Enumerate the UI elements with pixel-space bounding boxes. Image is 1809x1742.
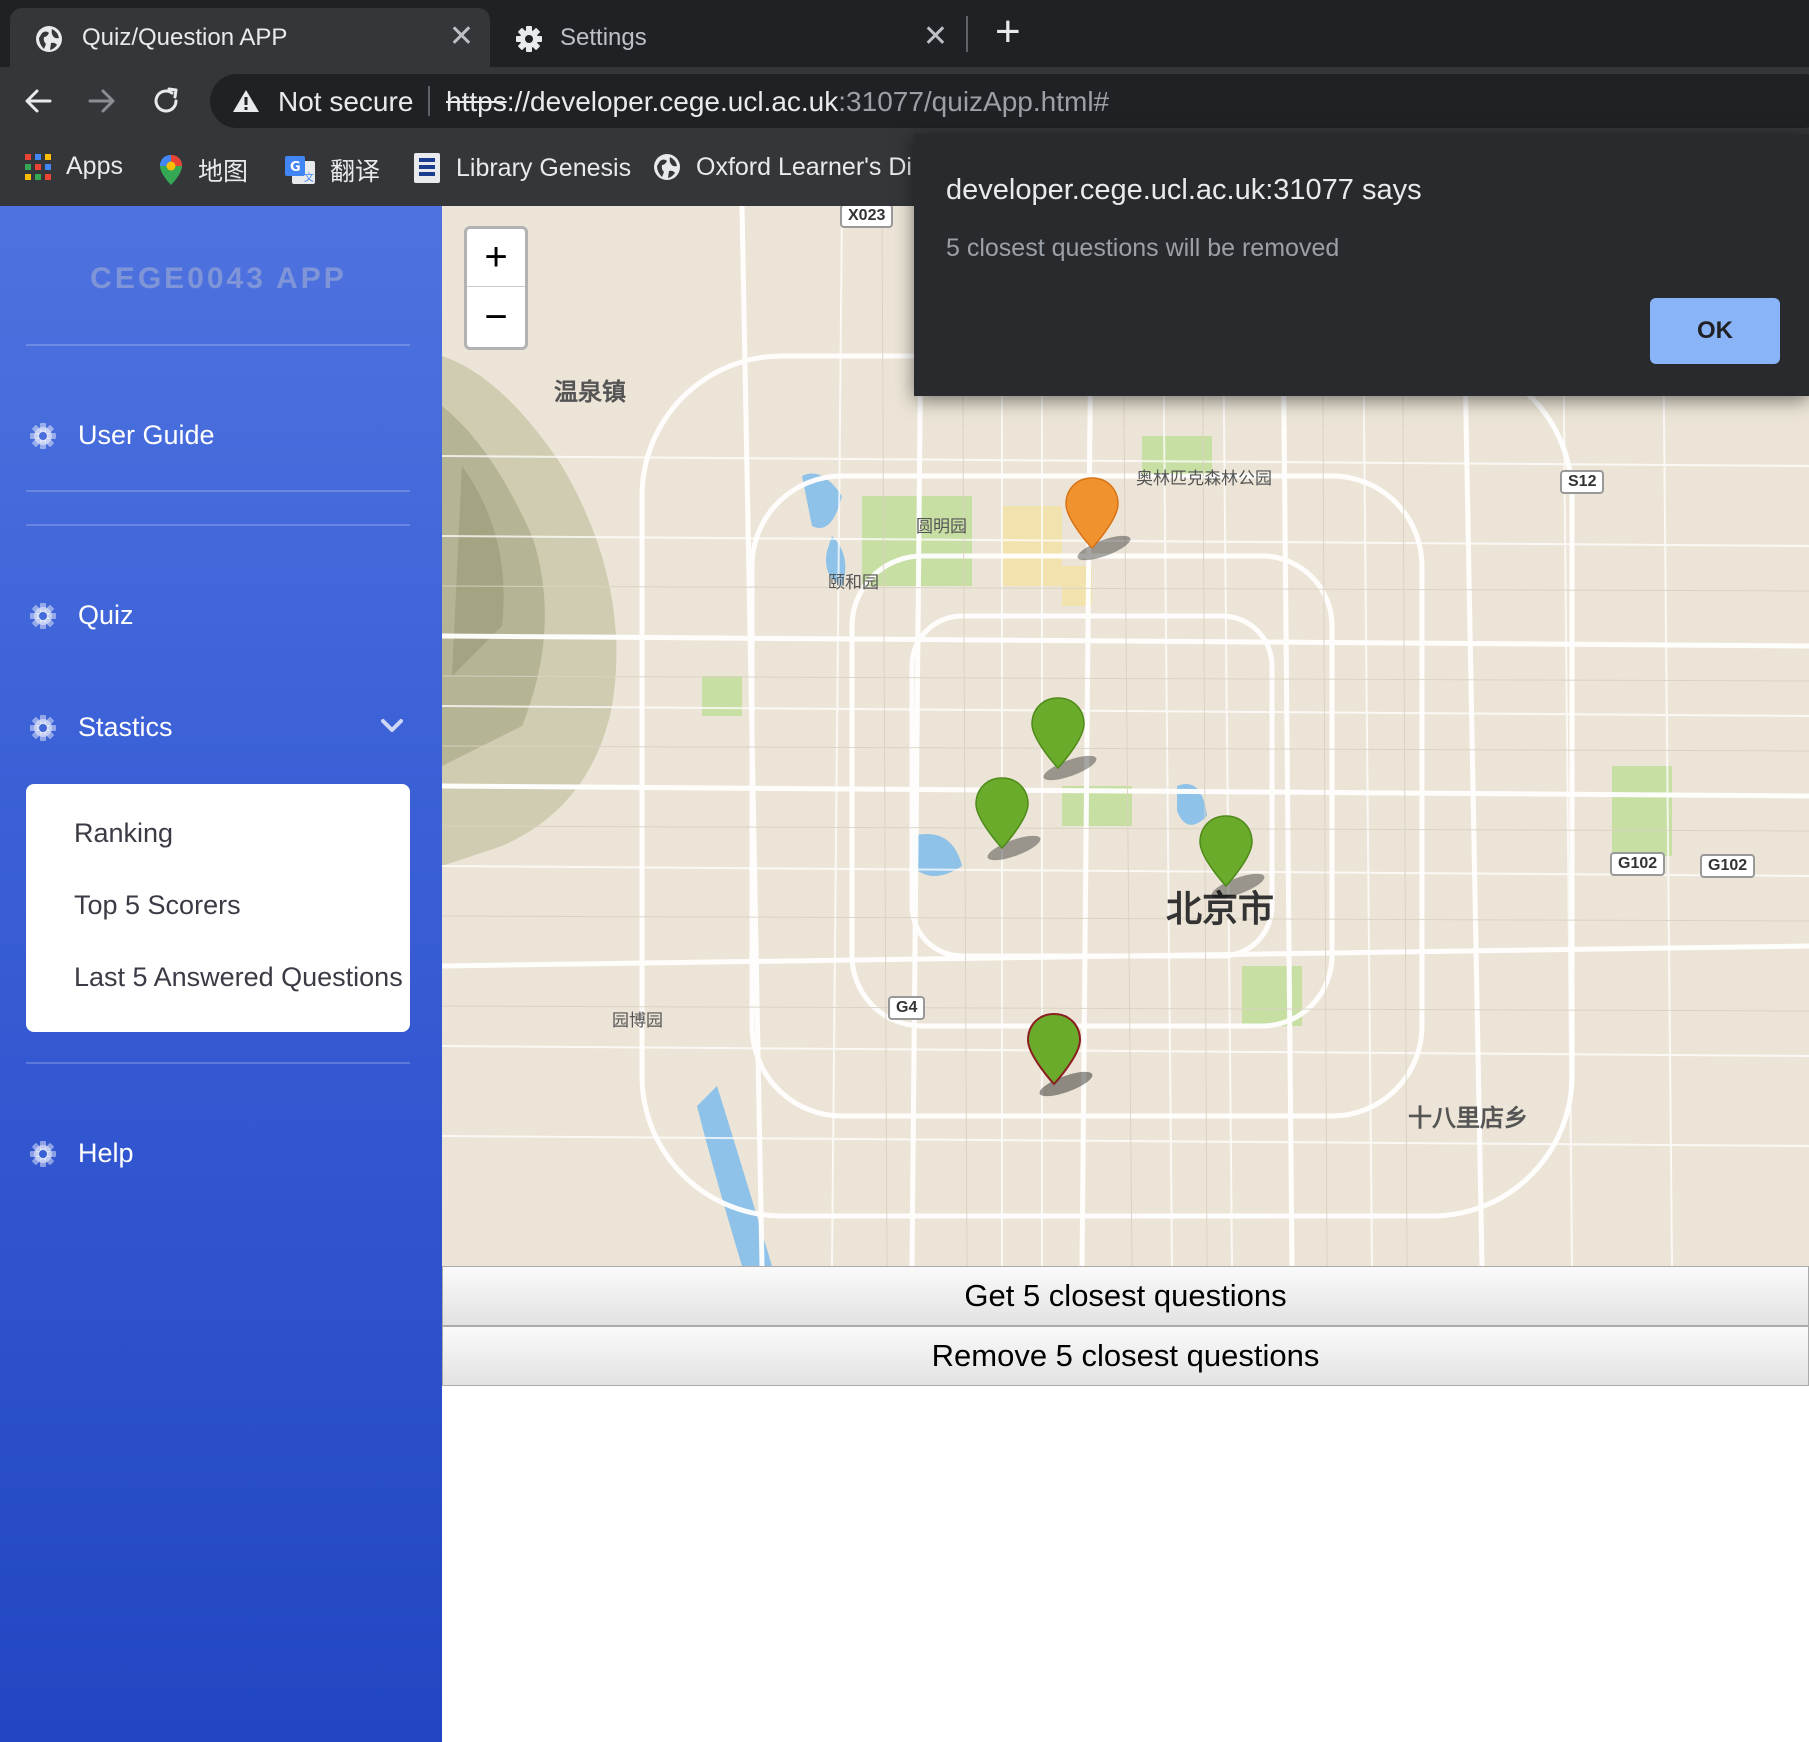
sidebar-item-help[interactable]: Help xyxy=(28,1138,134,1169)
security-status[interactable]: Not secure xyxy=(278,86,413,118)
bookmark-label: 地图 xyxy=(198,158,249,186)
svg-text:文: 文 xyxy=(304,171,314,184)
url-scheme-separator: :// xyxy=(506,86,531,117)
dialog-message: 5 closest questions will be removed xyxy=(946,234,1340,262)
back-arrow-icon xyxy=(25,89,52,113)
address-bar[interactable]: Not secure https://developer.cege.ucl.ac… xyxy=(210,74,1809,128)
maps-pin-icon xyxy=(160,155,182,185)
zoom-control: + − xyxy=(464,226,528,350)
forward-button[interactable] xyxy=(80,79,124,123)
stastics-submenu: Ranking Top 5 Scorers Last 5 Answered Qu… xyxy=(26,784,410,1032)
new-tab-button[interactable]: + xyxy=(995,10,1021,54)
apps-grid-icon xyxy=(25,153,51,180)
marker-user-location[interactable] xyxy=(1062,476,1142,566)
tab-settings[interactable]: Settings ✕ xyxy=(494,8,964,67)
book-icon xyxy=(414,153,440,183)
sidebar-item-label: User Guide xyxy=(78,420,215,450)
sidebar-item-quiz[interactable]: Quiz xyxy=(28,600,134,631)
globe-icon xyxy=(654,154,680,180)
bookmark-label: Library Genesis xyxy=(456,153,632,182)
sidebar-item-stastics[interactable]: Stastics xyxy=(28,712,173,743)
back-button[interactable] xyxy=(16,79,60,123)
url-text[interactable]: https://developer.cege.ucl.ac.uk:31077/q… xyxy=(446,86,1109,118)
map-label-yuanboyuan: 园博园 xyxy=(612,1011,663,1031)
sidebar-divider xyxy=(26,1062,410,1064)
close-tab-icon[interactable]: ✕ xyxy=(923,22,948,52)
submenu-item-ranking[interactable]: Ranking xyxy=(74,818,173,849)
gear-icon xyxy=(30,714,56,741)
map-label-yiheyuan: 颐和园 xyxy=(828,573,879,593)
sidebar: CEGE0043 APP User Guide Quiz Stastics Ra… xyxy=(0,206,442,1742)
url-path: :31077/quizApp.html# xyxy=(838,86,1110,117)
forward-arrow-icon xyxy=(88,89,115,113)
browser-toolbar: Not secure https://developer.cege.ucl.ac… xyxy=(0,67,1809,134)
reload-icon xyxy=(154,87,178,113)
tab-title: Settings xyxy=(560,24,647,51)
sidebar-divider xyxy=(26,344,410,346)
submenu-item-top5-scorers[interactable]: Top 5 Scorers xyxy=(74,890,241,921)
map-label-shibalidian: 十八里店乡 xyxy=(1408,1104,1528,1132)
bookmark-label: Oxford Learner's Di... xyxy=(696,152,933,181)
warning-icon[interactable] xyxy=(232,88,260,114)
bookmark-oxford[interactable]: Oxford Learner's Di... xyxy=(652,152,933,182)
marker-question[interactable] xyxy=(972,776,1052,866)
close-tab-icon[interactable]: ✕ xyxy=(449,22,474,52)
sidebar-item-user-guide[interactable]: User Guide xyxy=(28,420,215,451)
map-label-yuanmingyuan: 圆明园 xyxy=(916,517,967,537)
bookmark-library-genesis[interactable]: Library Genesis xyxy=(412,152,631,184)
map-label-wenquan: 温泉镇 xyxy=(554,378,626,406)
gear-icon xyxy=(30,422,56,449)
sidebar-brand[interactable]: CEGE0043 APP xyxy=(0,262,437,296)
bookmark-translate[interactable]: G 文 翻译 xyxy=(284,152,380,188)
road-shield-g102: G102 xyxy=(1700,854,1756,878)
road-shield-s12: S12 xyxy=(1560,470,1605,494)
chevron-down-icon[interactable] xyxy=(380,718,404,734)
translate-icon: G 文 xyxy=(285,156,315,184)
svg-text:G: G xyxy=(290,160,301,175)
bookmark-maps[interactable]: 地图 xyxy=(158,152,248,188)
sidebar-item-label: Quiz xyxy=(78,600,134,630)
road-shield-g102: G102 xyxy=(1610,852,1666,876)
url-scheme: https xyxy=(446,86,507,117)
sidebar-divider xyxy=(26,524,410,526)
marker-question[interactable] xyxy=(1024,1012,1104,1102)
zoom-out-button[interactable]: − xyxy=(467,289,525,347)
road-shield-x023: X023 xyxy=(840,206,894,228)
zoom-in-button[interactable]: + xyxy=(467,229,525,287)
tab-separator xyxy=(966,16,968,52)
sidebar-divider xyxy=(26,490,410,492)
ok-button[interactable]: OK xyxy=(1650,298,1780,364)
get-closest-questions-button[interactable]: Get 5 closest questions xyxy=(442,1266,1809,1326)
remove-closest-questions-button[interactable]: Remove 5 closest questions xyxy=(442,1326,1809,1386)
gear-icon xyxy=(30,602,56,629)
globe-icon xyxy=(36,26,62,52)
marker-question[interactable] xyxy=(1028,696,1108,786)
marker-question[interactable] xyxy=(1196,814,1276,904)
reload-button[interactable] xyxy=(144,79,188,123)
bookmark-label: Apps xyxy=(66,152,123,180)
bookmark-label: 翻译 xyxy=(330,158,381,186)
bookmark-apps[interactable]: Apps xyxy=(24,152,123,181)
browser-tab-bar: Quiz/Question APP ✕ Settings ✕ + xyxy=(0,0,1809,67)
tab-quiz-app[interactable]: Quiz/Question APP ✕ xyxy=(10,8,490,67)
road-shield-g4: G4 xyxy=(888,996,926,1020)
gear-icon xyxy=(30,1140,56,1167)
alert-dialog: developer.cege.ucl.ac.uk:31077 says 5 cl… xyxy=(914,134,1809,396)
url-host: developer.cege.ucl.ac.uk xyxy=(530,86,839,117)
sidebar-item-label: Help xyxy=(78,1138,134,1168)
gear-icon xyxy=(516,26,542,52)
sidebar-item-label: Stastics xyxy=(78,712,173,742)
dialog-title: developer.cege.ucl.ac.uk:31077 says xyxy=(946,174,1422,206)
tab-title: Quiz/Question APP xyxy=(82,24,288,51)
map-label-olympic-park: 奥林匹克森林公园 xyxy=(1136,469,1272,489)
omnibox-separator xyxy=(428,86,430,116)
submenu-item-last5-answered[interactable]: Last 5 Answered Questions xyxy=(74,962,403,993)
